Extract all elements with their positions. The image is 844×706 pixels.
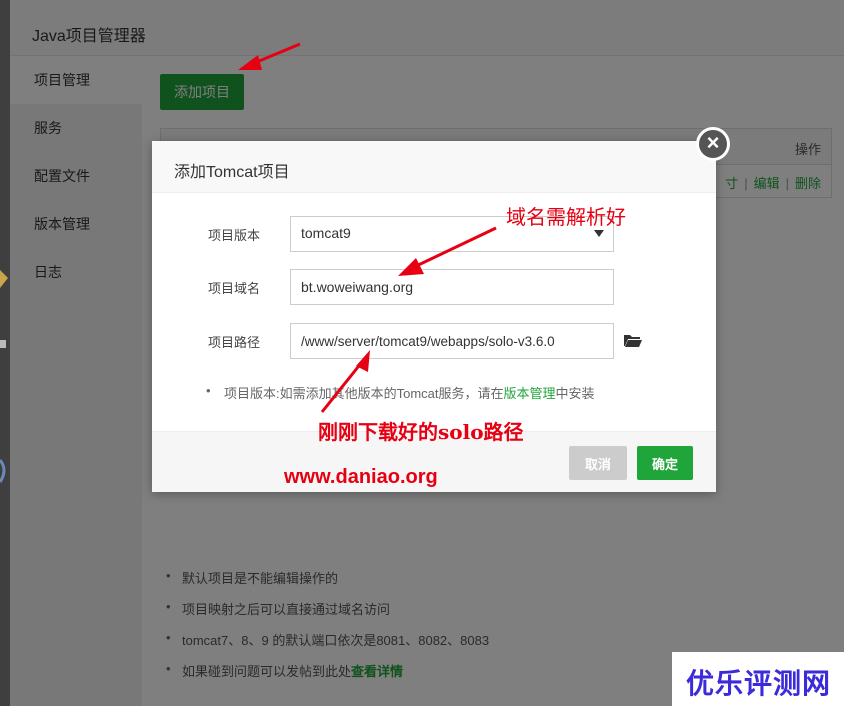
path-annotation: 刚刚下载好的solo路径 <box>318 420 524 444</box>
arrow-to-path <box>320 350 370 413</box>
arrow-to-domain <box>398 226 497 276</box>
site-annotation: www.daniao.org <box>284 466 438 488</box>
watermark: 优乐评测网 <box>672 652 844 706</box>
domain-annotation: 域名需解析好 <box>506 205 626 229</box>
arrow-to-add-button <box>238 42 301 70</box>
annotation-arrows <box>238 42 497 413</box>
